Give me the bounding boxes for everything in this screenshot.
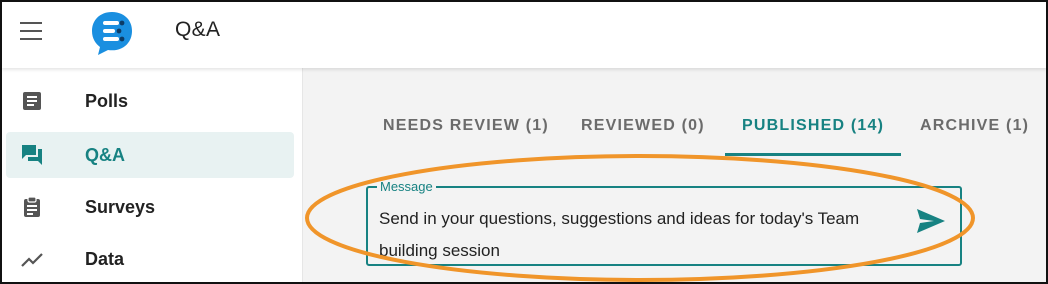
message-field-label: Message: [377, 179, 436, 195]
app-window: Q&A Polls Q&A Surveys Data NEEDS REVIEW …: [0, 0, 1048, 284]
tab-published[interactable]: PUBLISHED (14): [742, 117, 884, 135]
sidebar-item-label: Data: [85, 249, 125, 269]
active-tab-indicator: [725, 153, 901, 156]
sidebar-item-polls[interactable]: Polls: [6, 78, 294, 124]
tab-needs-review[interactable]: NEEDS REVIEW (1): [383, 117, 549, 135]
sidebar-item-qa[interactable]: Q&A: [6, 132, 294, 178]
sidebar-item-label: Polls: [85, 91, 129, 111]
sidebar-item-data[interactable]: Data: [6, 236, 294, 282]
chat-bubble-logo-icon: [92, 12, 132, 55]
sidebar-item-label: Q&A: [85, 145, 125, 165]
clipboard-icon: [24, 196, 40, 217]
tab-reviewed[interactable]: REVIEWED (0): [581, 117, 705, 135]
chat-bubbles-icon: [22, 145, 42, 165]
trend-line-icon: [21, 253, 43, 267]
poll-document-icon: [23, 92, 41, 110]
sidebar: Polls Q&A Surveys Data: [2, 68, 303, 282]
app-title: Q&A: [175, 18, 221, 41]
sidebar-item-label: Surveys: [85, 197, 156, 217]
tab-archive[interactable]: ARCHIVE (1): [920, 117, 1029, 135]
hamburger-menu-icon[interactable]: [20, 22, 44, 42]
message-input[interactable]: Send in your questions, suggestions and …: [379, 203, 899, 267]
send-arrow-icon[interactable]: [916, 207, 946, 235]
main-content: NEEDS REVIEW (1) REVIEWED (0) PUBLISHED …: [303, 68, 1046, 282]
message-field[interactable]: Message Send in your questions, suggesti…: [366, 179, 962, 267]
top-bar: Q&A: [2, 2, 1046, 68]
sidebar-item-surveys[interactable]: Surveys: [6, 184, 294, 230]
